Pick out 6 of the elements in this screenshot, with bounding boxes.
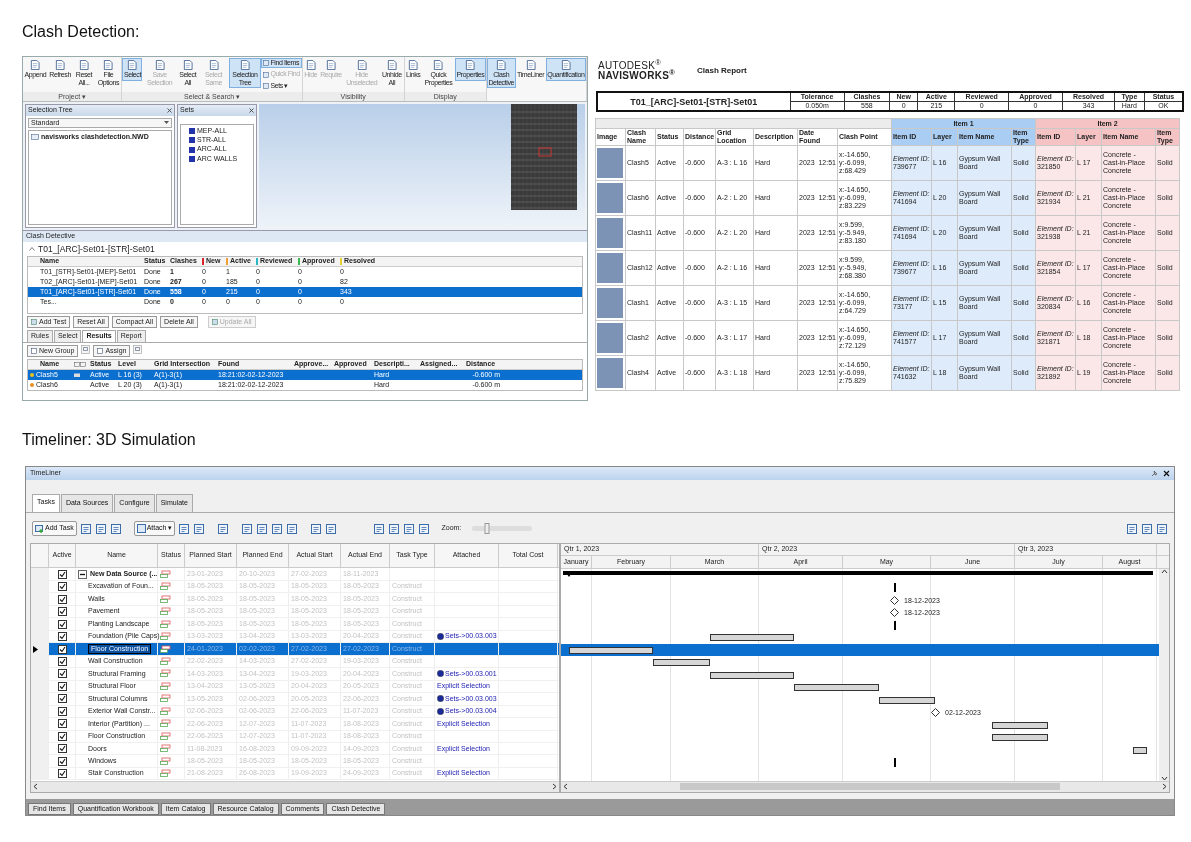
section-heading: Clash Detection: [22,23,140,41]
logo-text: AUTODESK$^{®}$ [598,61,663,71]
report-title: Clash Report [697,65,747,77]
section-heading: Timeliner: 3D Simulation [22,431,196,449]
logo-text: NAVISWORKS$^{®}$ [598,71,675,81]
test-name: T01_[ARC]-Set01-[STR]-Set01 [38,243,155,254]
